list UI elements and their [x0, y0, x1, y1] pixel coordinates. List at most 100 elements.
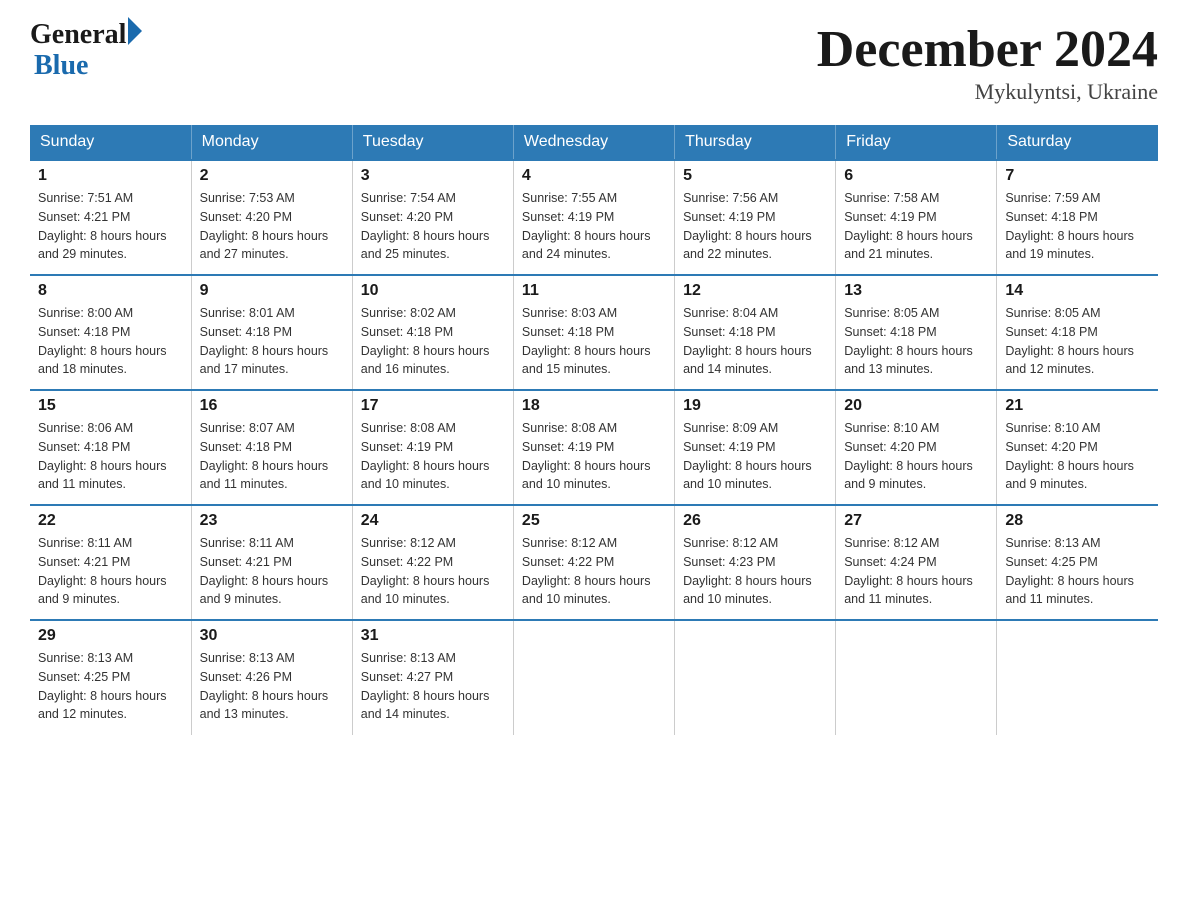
- day-info: Sunrise: 8:08 AMSunset: 4:19 PMDaylight:…: [522, 419, 666, 494]
- day-info: Sunrise: 8:05 AMSunset: 4:18 PMDaylight:…: [1005, 304, 1150, 379]
- day-info: Sunrise: 7:59 AMSunset: 4:18 PMDaylight:…: [1005, 189, 1150, 264]
- calendar-cell: 20Sunrise: 8:10 AMSunset: 4:20 PMDayligh…: [836, 390, 997, 505]
- calendar-cell: 23 Sunrise: 8:11 AMSunset: 4:21 PMDayligh…: [191, 505, 352, 620]
- day-info: Sunrise: 8:12 AMSunset: 4:22 PMDaylight:…: [522, 534, 666, 609]
- calendar-cell: 2 Sunrise: 7:53 AMSunset: 4:20 PMDaylight…: [191, 160, 352, 275]
- day-info: Sunrise: 7:58 AMSunset: 4:19 PMDaylight:…: [844, 189, 988, 264]
- day-number: 24: [361, 512, 505, 530]
- day-number: 16: [200, 397, 344, 415]
- calendar-cell: 6 Sunrise: 7:58 AMSunset: 4:19 PMDaylight…: [836, 160, 997, 275]
- page-header: General Blue December 2024 Mykulyntsi, U…: [30, 20, 1158, 105]
- day-number: 23: [200, 512, 344, 530]
- day-number: 18: [522, 397, 666, 415]
- calendar-table: Sunday Monday Tuesday Wednesday Thursday…: [30, 125, 1158, 735]
- day-info: Sunrise: 8:00 AMSunset: 4:18 PMDaylight:…: [38, 304, 183, 379]
- day-info: Sunrise: 8:13 AMSunset: 4:26 PMDaylight:…: [200, 649, 344, 724]
- day-number: 9: [200, 282, 344, 300]
- col-friday: Friday: [836, 125, 997, 160]
- col-saturday: Saturday: [997, 125, 1158, 160]
- day-number: 11: [522, 282, 666, 300]
- calendar-cell: [513, 620, 674, 735]
- calendar-cell: 12 Sunrise: 8:04 AMSunset: 4:18 PMDayligh…: [675, 275, 836, 390]
- day-info: Sunrise: 8:06 AMSunset: 4:18 PMDaylight:…: [38, 419, 183, 494]
- logo-general: General: [30, 20, 126, 51]
- title-section: December 2024 Mykulyntsi, Ukraine: [817, 20, 1158, 105]
- day-info: Sunrise: 8:13 AMSunset: 4:27 PMDaylight:…: [361, 649, 505, 724]
- calendar-cell: 5 Sunrise: 7:56 AMSunset: 4:19 PMDaylight…: [675, 160, 836, 275]
- week-row-3: 15Sunrise: 8:06 AMSunset: 4:18 PMDayligh…: [30, 390, 1158, 505]
- calendar-cell: 17Sunrise: 8:08 AMSunset: 4:19 PMDayligh…: [352, 390, 513, 505]
- day-number: 7: [1005, 167, 1150, 185]
- day-number: 14: [1005, 282, 1150, 300]
- day-number: 13: [844, 282, 988, 300]
- calendar-cell: [836, 620, 997, 735]
- calendar-cell: 10 Sunrise: 8:02 AMSunset: 4:18 PMDayligh…: [352, 275, 513, 390]
- calendar-cell: 29Sunrise: 8:13 AMSunset: 4:25 PMDayligh…: [30, 620, 191, 735]
- calendar-cell: 13 Sunrise: 8:05 AMSunset: 4:18 PMDayligh…: [836, 275, 997, 390]
- day-info: Sunrise: 8:01 AMSunset: 4:18 PMDaylight:…: [200, 304, 344, 379]
- day-info: Sunrise: 8:03 AMSunset: 4:18 PMDaylight:…: [522, 304, 666, 379]
- day-number: 25: [522, 512, 666, 530]
- day-info: Sunrise: 8:13 AMSunset: 4:25 PMDaylight:…: [38, 649, 183, 724]
- logo-blue: Blue: [34, 51, 142, 82]
- day-number: 21: [1005, 397, 1150, 415]
- col-thursday: Thursday: [675, 125, 836, 160]
- day-info: Sunrise: 7:51 AMSunset: 4:21 PMDaylight:…: [38, 189, 183, 264]
- day-number: 31: [361, 627, 505, 645]
- day-number: 8: [38, 282, 183, 300]
- day-info: Sunrise: 7:53 AMSunset: 4:20 PMDaylight:…: [200, 189, 344, 264]
- day-info: Sunrise: 8:12 AMSunset: 4:24 PMDaylight:…: [844, 534, 988, 609]
- day-info: Sunrise: 7:56 AMSunset: 4:19 PMDaylight:…: [683, 189, 827, 264]
- calendar-cell: 26 Sunrise: 8:12 AMSunset: 4:23 PMDayligh…: [675, 505, 836, 620]
- logo-arrow-icon: [128, 17, 142, 45]
- calendar-cell: 22Sunrise: 8:11 AMSunset: 4:21 PMDayligh…: [30, 505, 191, 620]
- day-number: 26: [683, 512, 827, 530]
- day-info: Sunrise: 8:11 AMSunset: 4:21 PMDaylight:…: [200, 534, 344, 609]
- day-info: Sunrise: 8:12 AMSunset: 4:23 PMDaylight:…: [683, 534, 827, 609]
- calendar-cell: 16Sunrise: 8:07 AMSunset: 4:18 PMDayligh…: [191, 390, 352, 505]
- calendar-cell: 1 Sunrise: 7:51 AMSunset: 4:21 PMDaylight…: [30, 160, 191, 275]
- day-info: Sunrise: 7:54 AMSunset: 4:20 PMDaylight:…: [361, 189, 505, 264]
- calendar-cell: 11 Sunrise: 8:03 AMSunset: 4:18 PMDayligh…: [513, 275, 674, 390]
- day-number: 10: [361, 282, 505, 300]
- day-number: 28: [1005, 512, 1150, 530]
- calendar-cell: 19 Sunrise: 8:09 AMSunset: 4:19 PMDayligh…: [675, 390, 836, 505]
- calendar-cell: 7 Sunrise: 7:59 AMSunset: 4:18 PMDaylight…: [997, 160, 1158, 275]
- calendar-cell: 27Sunrise: 8:12 AMSunset: 4:24 PMDayligh…: [836, 505, 997, 620]
- col-monday: Monday: [191, 125, 352, 160]
- calendar-cell: 8 Sunrise: 8:00 AMSunset: 4:18 PMDaylight…: [30, 275, 191, 390]
- calendar-cell: 21 Sunrise: 8:10 AMSunset: 4:20 PMDayligh…: [997, 390, 1158, 505]
- day-number: 5: [683, 167, 827, 185]
- calendar-cell: 14 Sunrise: 8:05 AMSunset: 4:18 PMDayligh…: [997, 275, 1158, 390]
- calendar-cell: [675, 620, 836, 735]
- week-row-2: 8 Sunrise: 8:00 AMSunset: 4:18 PMDaylight…: [30, 275, 1158, 390]
- week-row-4: 22Sunrise: 8:11 AMSunset: 4:21 PMDayligh…: [30, 505, 1158, 620]
- day-info: Sunrise: 8:10 AMSunset: 4:20 PMDaylight:…: [1005, 419, 1150, 494]
- calendar-cell: 30 Sunrise: 8:13 AMSunset: 4:26 PMDayligh…: [191, 620, 352, 735]
- day-info: Sunrise: 8:12 AMSunset: 4:22 PMDaylight:…: [361, 534, 505, 609]
- calendar-cell: 25 Sunrise: 8:12 AMSunset: 4:22 PMDayligh…: [513, 505, 674, 620]
- calendar-cell: [997, 620, 1158, 735]
- day-info: Sunrise: 8:04 AMSunset: 4:18 PMDaylight:…: [683, 304, 827, 379]
- day-number: 6: [844, 167, 988, 185]
- col-sunday: Sunday: [30, 125, 191, 160]
- day-info: Sunrise: 7:55 AMSunset: 4:19 PMDaylight:…: [522, 189, 666, 264]
- calendar-cell: 9 Sunrise: 8:01 AMSunset: 4:18 PMDaylight…: [191, 275, 352, 390]
- week-row-5: 29Sunrise: 8:13 AMSunset: 4:25 PMDayligh…: [30, 620, 1158, 735]
- day-number: 1: [38, 167, 183, 185]
- day-number: 19: [683, 397, 827, 415]
- calendar-cell: 18 Sunrise: 8:08 AMSunset: 4:19 PMDayligh…: [513, 390, 674, 505]
- col-wednesday: Wednesday: [513, 125, 674, 160]
- week-row-1: 1 Sunrise: 7:51 AMSunset: 4:21 PMDaylight…: [30, 160, 1158, 275]
- day-info: Sunrise: 8:02 AMSunset: 4:18 PMDaylight:…: [361, 304, 505, 379]
- calendar-cell: 4Sunrise: 7:55 AMSunset: 4:19 PMDaylight…: [513, 160, 674, 275]
- calendar-cell: 28 Sunrise: 8:13 AMSunset: 4:25 PMDayligh…: [997, 505, 1158, 620]
- calendar-cell: 24 Sunrise: 8:12 AMSunset: 4:22 PMDayligh…: [352, 505, 513, 620]
- day-number: 17: [361, 397, 505, 415]
- day-number: 2: [200, 167, 344, 185]
- day-info: Sunrise: 8:09 AMSunset: 4:19 PMDaylight:…: [683, 419, 827, 494]
- day-number: 12: [683, 282, 827, 300]
- day-number: 30: [200, 627, 344, 645]
- day-info: Sunrise: 8:13 AMSunset: 4:25 PMDaylight:…: [1005, 534, 1150, 609]
- day-info: Sunrise: 8:05 AMSunset: 4:18 PMDaylight:…: [844, 304, 988, 379]
